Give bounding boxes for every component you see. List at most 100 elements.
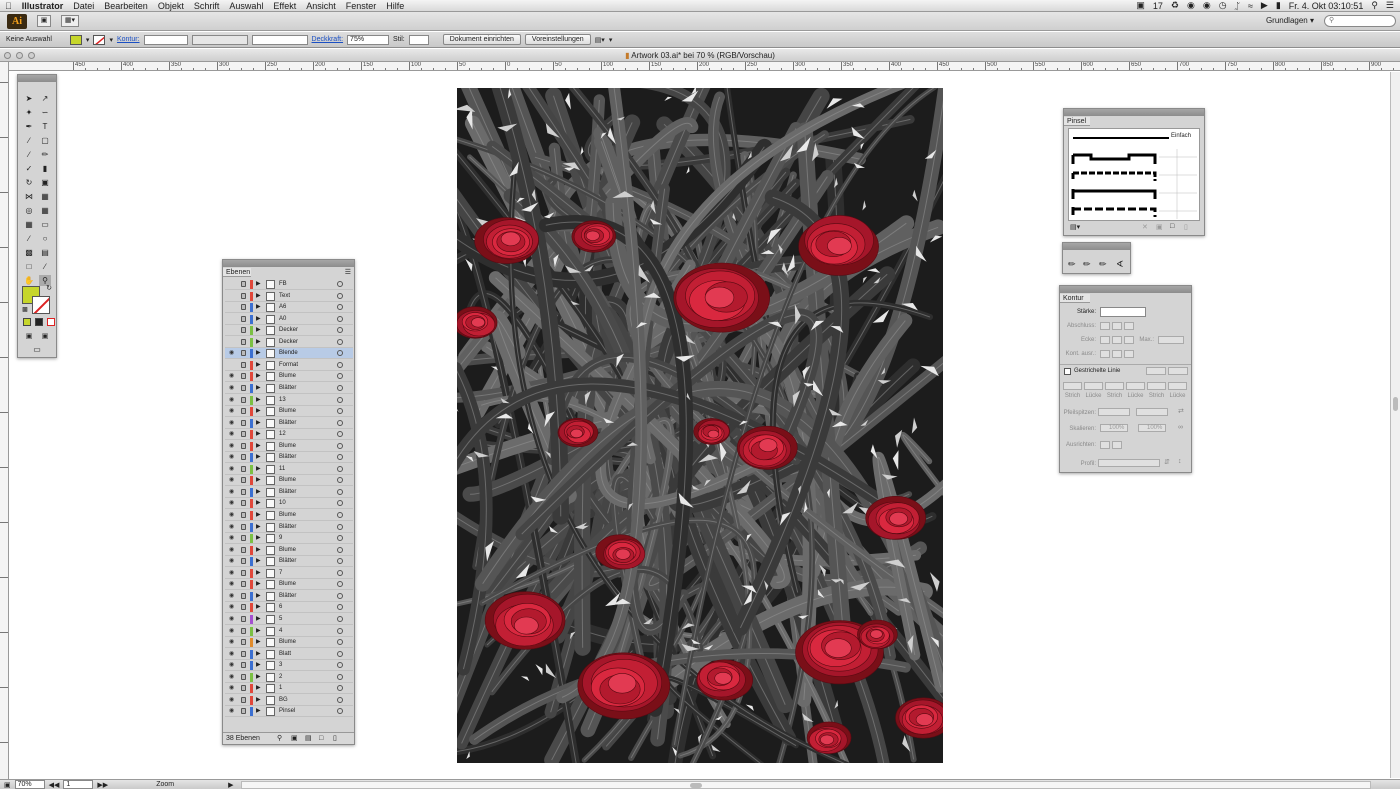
visibility-eye-icon[interactable]: ◉	[229, 558, 236, 564]
brush-tools-panel-header[interactable]	[1063, 243, 1130, 250]
mesh-tool-icon[interactable]: ▦	[23, 219, 35, 230]
visibility-eye-icon[interactable]: ◉	[229, 593, 236, 599]
layer-row[interactable]: ◉ ▶ 5	[225, 614, 353, 625]
visibility-eye-icon[interactable]: ◉	[229, 489, 236, 495]
target-circle-icon[interactable]	[337, 431, 343, 438]
type-tool-icon[interactable]: T	[39, 121, 51, 132]
layer-row[interactable]: ◉ ▶ 12	[225, 429, 353, 441]
target-circle-icon[interactable]	[337, 673, 343, 680]
visibility-eye-icon[interactable]: ◉	[229, 385, 236, 391]
target-circle-icon[interactable]	[337, 477, 343, 484]
link-scale-icon[interactable]: ∞	[1178, 424, 1183, 431]
lock-toggle-icon[interactable]	[241, 327, 246, 334]
visibility-eye-icon[interactable]: ◉	[229, 628, 236, 634]
target-circle-icon[interactable]	[337, 488, 343, 495]
smooth-tool-icon[interactable]: ✏	[1083, 259, 1091, 270]
apple-menu-icon[interactable]: 	[0, 1, 17, 11]
layer-row[interactable]: ◉ ▶ 4	[225, 626, 353, 637]
target-circle-icon[interactable]	[337, 465, 343, 472]
delete-brush-icon[interactable]: ▯	[1184, 223, 1188, 231]
expand-triangle-icon[interactable]: ▶	[256, 348, 261, 359]
brushes-panel-header[interactable]	[1064, 109, 1204, 116]
visibility-eye-icon[interactable]	[229, 293, 236, 299]
flip-profile-icon[interactable]: ⇵	[1164, 458, 1170, 466]
layer-row[interactable]: ◉ ▶ Pinsel	[225, 706, 353, 718]
eye-status-icon[interactable]: ◉	[1187, 0, 1195, 11]
last-artboard-icon[interactable]: ▶▶	[97, 781, 108, 789]
rectangle-tool-icon[interactable]: ▢	[39, 135, 51, 146]
hand-tool-icon[interactable]: ✋	[23, 275, 35, 286]
align-outside-button[interactable]	[1124, 350, 1134, 358]
layer-name[interactable]: Blende	[279, 348, 298, 359]
free-transform-tool-icon[interactable]: ▦	[39, 191, 51, 202]
expand-triangle-icon[interactable]: ▶	[256, 464, 261, 475]
horizontal-scrollbar[interactable]	[241, 780, 1372, 789]
expand-triangle-icon[interactable]: ▶	[256, 383, 261, 394]
layer-name[interactable]: Blätter	[279, 556, 296, 567]
layer-name[interactable]: A0	[279, 314, 286, 325]
lock-toggle-icon[interactable]	[241, 488, 246, 495]
target-circle-icon[interactable]	[337, 650, 343, 657]
vertical-scrollbar[interactable]	[1390, 72, 1400, 778]
layer-name[interactable]: FB	[279, 279, 287, 290]
target-circle-icon[interactable]	[337, 546, 343, 553]
lock-toggle-icon[interactable]	[241, 615, 246, 622]
layer-row[interactable]: ◉ ▶ 3	[225, 660, 353, 672]
horizontal-ruler[interactable]: 450 400 350 300 250 200 150 100 50 0 50 100 150 200 25…	[8, 62, 1400, 71]
fill-color-swatch[interactable]	[69, 34, 82, 45]
expand-triangle-icon[interactable]: ▶	[256, 302, 261, 313]
new-layer-icon[interactable]: □	[319, 733, 323, 745]
artboard-tool-icon[interactable]: □	[23, 261, 35, 272]
document-setup-button[interactable]: Dokument einrichten	[442, 34, 521, 45]
visibility-eye-icon[interactable]	[229, 281, 236, 287]
stroke-weight-field[interactable]	[143, 34, 188, 45]
expand-triangle-icon[interactable]: ▶	[256, 706, 261, 717]
gap-field[interactable]	[1084, 382, 1103, 390]
layer-row[interactable]: ◉ ▶ 9	[225, 533, 353, 545]
first-artboard-icon[interactable]: ◀◀	[49, 781, 60, 789]
target-circle-icon[interactable]	[337, 512, 343, 518]
target-circle-icon[interactable]	[337, 535, 343, 542]
visibility-eye-icon[interactable]: ◉	[229, 697, 236, 703]
visibility-eye-icon[interactable]: ◉	[229, 408, 236, 414]
target-circle-icon[interactable]	[337, 419, 343, 426]
expand-triangle-icon[interactable]: ▶	[256, 568, 261, 579]
lock-toggle-icon[interactable]	[241, 558, 246, 565]
expand-triangle-icon[interactable]: ▶	[256, 487, 261, 498]
layer-row[interactable]: ◉ ▶ Blume	[225, 406, 353, 418]
slice-tool-icon[interactable]: ∕	[39, 261, 51, 272]
menu-ansicht[interactable]: Ansicht	[301, 1, 341, 11]
expand-triangle-icon[interactable]: ▶	[256, 660, 261, 671]
layer-row[interactable]: ◉ ▶ Blume	[225, 441, 353, 452]
layer-row[interactable]: ◉ ▶ Blätter	[225, 452, 353, 464]
layer-row[interactable]: ◉ ▶ BG	[225, 695, 353, 706]
zoom-window-button[interactable]	[28, 52, 35, 59]
layer-row[interactable]: ◉ ▶ 13	[225, 395, 353, 406]
options-icon[interactable]: ▣	[1156, 223, 1163, 231]
visibility-eye-icon[interactable]: ◉	[229, 604, 236, 610]
eyedropper-tool-icon[interactable]: ∕	[23, 233, 35, 244]
visibility-eye-icon[interactable]: ◉	[229, 651, 236, 657]
visibility-eye-icon[interactable]: ◉	[229, 570, 236, 576]
color-mode-icon[interactable]	[23, 318, 31, 326]
layer-row[interactable]: ◉ ▶ Blätter	[225, 556, 353, 568]
visibility-eye-icon[interactable]: ◉	[229, 581, 236, 587]
dash-field[interactable]	[1105, 382, 1124, 390]
target-circle-icon[interactable]	[337, 500, 343, 507]
visibility-eye-icon[interactable]: ◉	[229, 547, 236, 553]
layer-name[interactable]: Blätter	[279, 383, 296, 394]
expand-triangle-icon[interactable]: ▶	[256, 337, 261, 348]
visibility-eye-icon[interactable]: ◉	[229, 397, 236, 403]
layer-row[interactable]: ▶ FB	[225, 279, 353, 290]
stroke-panel-link[interactable]: Kontur:	[117, 36, 140, 43]
target-circle-icon[interactable]	[337, 523, 343, 530]
expand-triangle-icon[interactable]: ▶	[256, 395, 261, 406]
layer-name[interactable]: 10	[279, 498, 286, 509]
notification-center-icon[interactable]: ☰	[1386, 0, 1394, 11]
lock-toggle-icon[interactable]	[241, 569, 246, 576]
gradient-mode-icon[interactable]	[35, 318, 43, 326]
menu-objekt[interactable]: Objekt	[153, 1, 189, 11]
start-scale-field[interactable]: 100%	[1100, 424, 1128, 432]
layer-name[interactable]: Blume	[279, 579, 296, 590]
shape-builder-tool-icon[interactable]: ◎	[23, 205, 35, 216]
